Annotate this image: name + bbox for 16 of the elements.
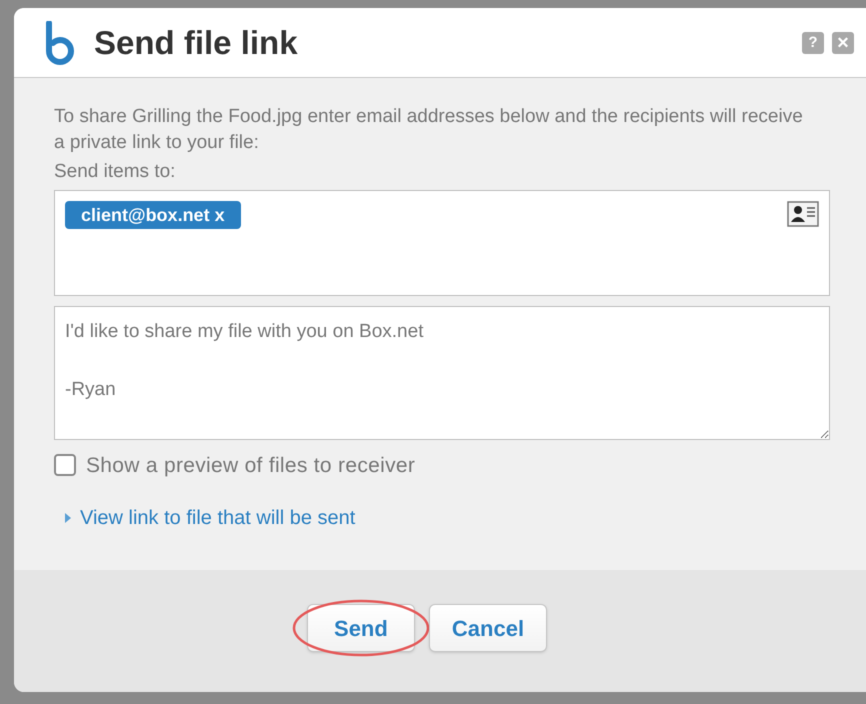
contact-card-icon[interactable] — [787, 200, 819, 228]
email-token[interactable]: client@box.net x — [65, 200, 241, 228]
preview-label: Show a preview of files to receiver — [86, 452, 416, 478]
view-link[interactable]: View link to file that will be sent — [80, 503, 356, 533]
message-field[interactable]: I'd like to share my file with you on Box.net -Ryan — [54, 306, 830, 440]
dialog-button[interactable]: Cancel — [428, 604, 548, 652]
logo-icon — [44, 20, 74, 64]
help-button[interactable]: ? — [802, 32, 824, 54]
close-button[interactable]: × — [832, 32, 854, 54]
recipients-label: Send items to: — [54, 160, 176, 184]
dialog-button[interactable]: Send — [306, 604, 415, 652]
intro-text: To share Grilling the Food.jpg enter email addresses below and the recipients will receive a private link to your file: — [54, 105, 804, 155]
recipients-field[interactable]: client@box.net x — [54, 190, 830, 296]
preview-checkbox[interactable] — [54, 454, 76, 476]
disclosure-triangle-icon[interactable] — [64, 513, 72, 523]
window-title: Send file link — [94, 22, 299, 63]
